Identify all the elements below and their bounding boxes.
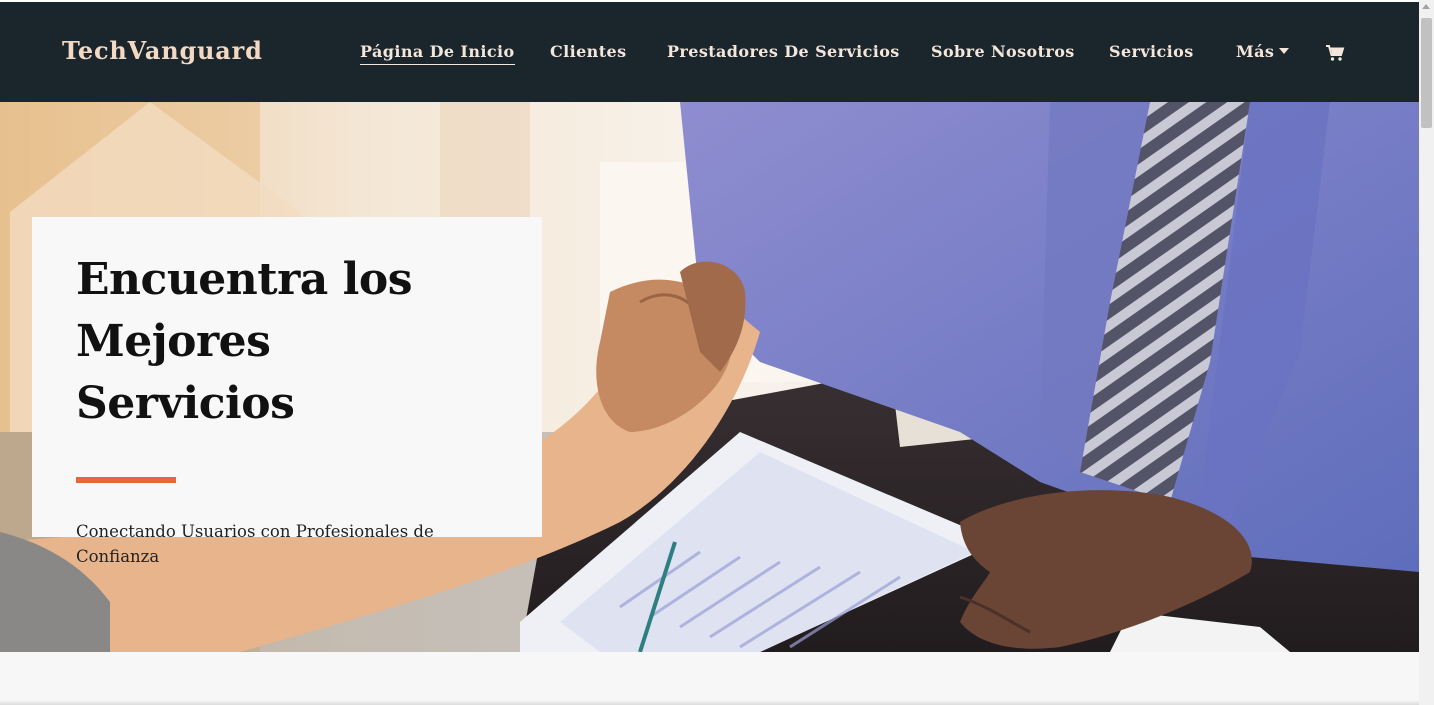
hero-title-line2: Mejores Servicios: [76, 316, 295, 429]
hero-text-card: Encuentra los Mejores Servicios Conectan…: [32, 217, 542, 566]
nav-about-us[interactable]: Sobre Nosotros: [931, 42, 1075, 61]
page-content-area: [0, 652, 1419, 705]
hero-title: Encuentra los Mejores Servicios: [76, 249, 498, 435]
shopping-cart-icon[interactable]: [1325, 44, 1345, 62]
scrollbar-thumb[interactable]: [1421, 18, 1432, 128]
navbar: TechVanguard Página De Inicio Clientes P…: [0, 2, 1419, 102]
vertical-scrollbar[interactable]: [1419, 0, 1434, 705]
hero-accent-rule: [76, 477, 176, 483]
hero-subtitle: Conectando Usuarios con Profesionales de…: [76, 522, 434, 566]
hero-section: Encuentra los Mejores Servicios Conectan…: [0, 102, 1419, 652]
nav-clients[interactable]: Clientes: [550, 42, 626, 61]
hero-title-line1: Encuentra los: [76, 254, 412, 305]
nav-more-dropdown[interactable]: Más: [1236, 42, 1290, 61]
bottom-shadow: [0, 700, 1419, 705]
caret-down-icon: [1279, 48, 1290, 54]
nav-more-label: Más: [1236, 42, 1275, 61]
nav-service-providers[interactable]: Prestadores De Servicios: [667, 42, 900, 61]
nav-home[interactable]: Página De Inicio: [360, 42, 515, 65]
brand-logo[interactable]: TechVanguard: [62, 36, 263, 65]
scroll-up-arrow-icon[interactable]: [1422, 4, 1430, 9]
nav-services[interactable]: Servicios: [1109, 42, 1194, 61]
